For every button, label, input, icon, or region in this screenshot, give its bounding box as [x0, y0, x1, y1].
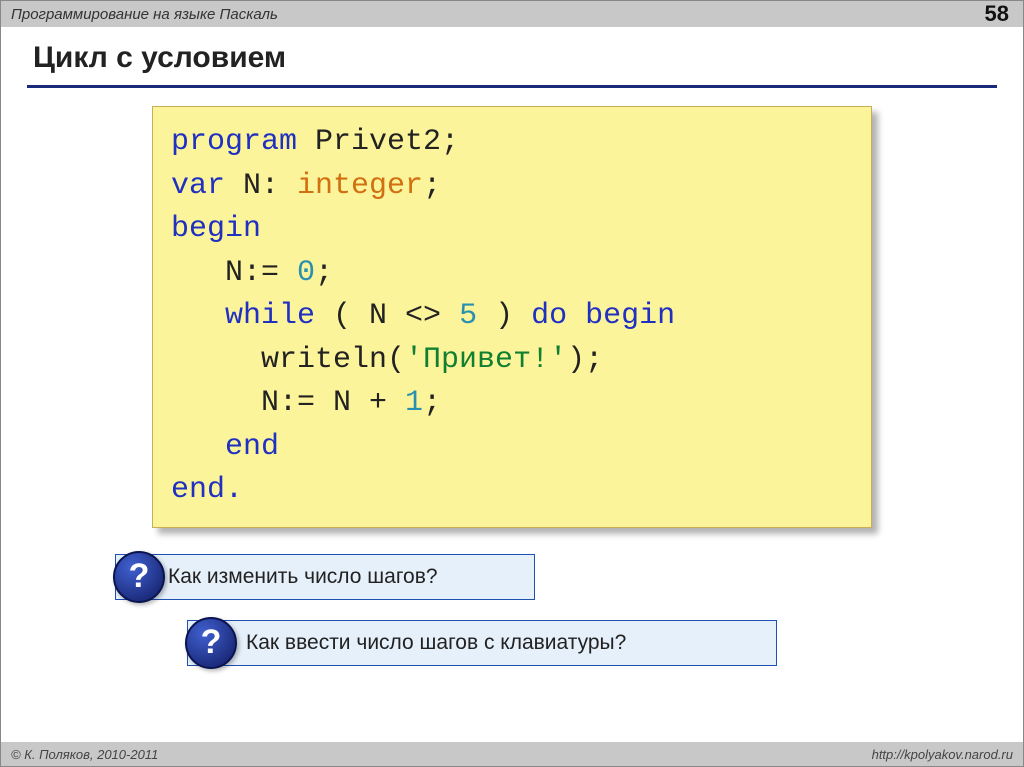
slide-page: Программирование на языке Паскаль 58 Цик…: [0, 0, 1024, 767]
questions-area: ? Как изменить число шагов? ? Как ввести…: [27, 554, 997, 666]
code-line: end.: [171, 469, 853, 513]
code-line: end: [171, 426, 853, 470]
footer-bar: © К. Поляков, 2010-2011 http://kpolyakov…: [1, 742, 1023, 766]
code-line: var N: integer;: [171, 165, 853, 209]
code-block: program Privet2; var N: integer; begin N…: [152, 106, 872, 528]
code-line: begin: [171, 208, 853, 252]
page-number: 58: [985, 1, 1009, 27]
code-line: N:= 0;: [171, 252, 853, 296]
code-line: while ( N <> 5 ) do begin: [171, 295, 853, 339]
question-icon: ?: [185, 617, 237, 669]
question-box-2: ? Как ввести число шагов с клавиатуры?: [187, 620, 777, 666]
code-line: writeln('Привет!');: [171, 339, 853, 383]
code-line: program Privet2;: [171, 121, 853, 165]
content-area: Цикл с условием program Privet2; var N: …: [1, 27, 1023, 742]
code-line: N:= N + 1;: [171, 382, 853, 426]
question-text-2: Как ввести число шагов с клавиатуры?: [187, 620, 777, 666]
question-icon: ?: [113, 551, 165, 603]
question-text-1: Как изменить число шагов?: [115, 554, 535, 600]
header-title: Программирование на языке Паскаль: [11, 6, 278, 23]
question-box-1: ? Как изменить число шагов?: [115, 554, 535, 600]
footer-copyright: © К. Поляков, 2010-2011: [11, 747, 158, 762]
slide-title: Цикл с условием: [27, 37, 997, 88]
footer-url: http://kpolyakov.narod.ru: [872, 747, 1013, 762]
header-bar: Программирование на языке Паскаль 58: [1, 1, 1023, 27]
